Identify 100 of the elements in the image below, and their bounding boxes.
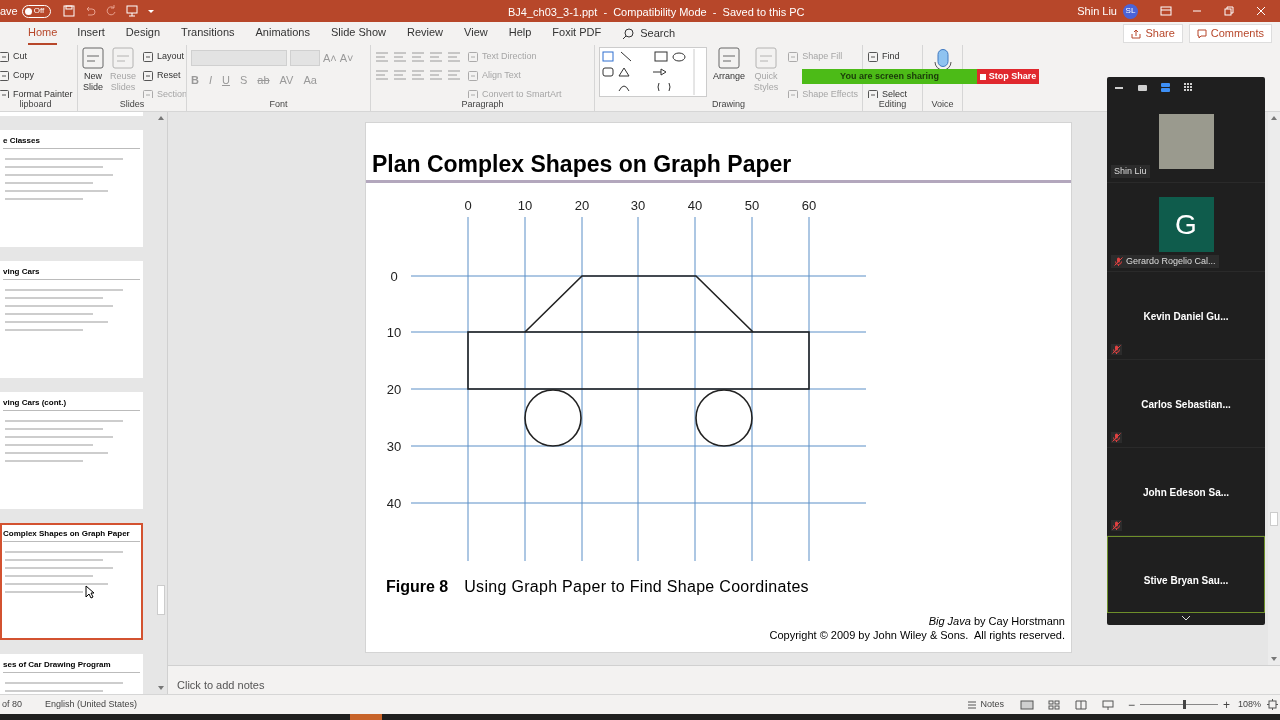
close-icon [1256, 6, 1266, 16]
axis-label: 20 [574, 198, 590, 213]
ribbon-tab[interactable]: Home [28, 22, 58, 45]
slide-title: Plan Complex Shapes on Graph Paper [371, 150, 793, 176]
ribbon-tab[interactable]: View [464, 22, 488, 45]
slide-thumbnail[interactable]: e Classes [0, 130, 143, 247]
tool-icon [82, 47, 104, 69]
share-icon [1131, 28, 1142, 39]
font-name-field[interactable] [191, 50, 287, 66]
notes-field[interactable]: Click to add notes [177, 679, 265, 691]
slider-thumb[interactable] [1182, 700, 1186, 709]
search-icon [867, 50, 879, 63]
align-lines-icon [393, 69, 407, 81]
scrollbar[interactable] [1268, 112, 1280, 665]
video-placeholder [1158, 114, 1214, 169]
copyright-text: Copyright © 2009 by John Wiley & Sons. All rights reserved. [769, 628, 1066, 642]
ribbon-tab[interactable]: Insert [77, 22, 105, 45]
tool-icon [467, 88, 479, 98]
search-field[interactable]: Search [640, 25, 711, 42]
user-name: Shin Liu [1077, 3, 1117, 19]
scroll-up-icon [1270, 115, 1278, 121]
tool-icon [787, 88, 800, 98]
slide-thumbnail[interactable]: Complex Shapes on Graph Paper [0, 523, 143, 640]
group-label: Paragraph [460, 98, 505, 111]
mouse-cursor-icon [85, 585, 95, 599]
group-label: Voice [930, 98, 955, 111]
scroll-thumb[interactable] [157, 585, 166, 615]
stop-share-button[interactable]: Stop Share [977, 69, 1039, 84]
ribbon-tab[interactable]: Transitions [181, 22, 235, 45]
scroll-down-icon [1270, 656, 1278, 662]
zoom-percentage[interactable]: 108% [1237, 697, 1261, 712]
ribbon-button[interactable]: Find [867, 47, 907, 66]
redo-icon [104, 5, 117, 17]
fit-slide-icon [1267, 699, 1278, 710]
ribbon-tab[interactable]: Animations [255, 22, 310, 45]
slide-thumbnail[interactable]: ses of Car Drawing Program [0, 654, 143, 694]
participant-name: Shin Liu [1114, 164, 1147, 178]
thumbnail-title: Complex Shapes on Graph Paper [3, 529, 131, 539]
notes-button[interactable]: Notes [967, 697, 1004, 712]
ribbon-button[interactable]: Format Painter [0, 85, 73, 98]
ribbon-button[interactable]: Layout [142, 47, 186, 66]
ribbon-tab[interactable]: Review [406, 22, 444, 45]
tool-icon [787, 50, 800, 63]
gallery-view-icon[interactable] [1183, 81, 1194, 93]
ribbon-tab[interactable]: Design [125, 22, 161, 45]
align-lines-icon [393, 51, 407, 63]
language-status[interactable]: English (United States) [45, 697, 138, 712]
figure-label: Figure 8 [386, 577, 449, 597]
ribbon-tab[interactable]: Help [508, 22, 532, 45]
slide-thumbnail[interactable]: ving Cars (cont.) [0, 392, 143, 509]
zoom-out-button[interactable]: − [1127, 695, 1135, 714]
axis-label: 10 [386, 325, 402, 340]
axis-label: 40 [386, 496, 402, 511]
stop-icon [979, 73, 986, 80]
align-lines-icon [411, 51, 425, 63]
axis-label: 50 [744, 198, 760, 213]
tool-icon [467, 69, 479, 82]
strip-view-icon[interactable] [1160, 81, 1171, 93]
thumbnail-title: ving Cars (cont.) [3, 398, 68, 408]
axis-label: 0 [464, 198, 472, 213]
tool-icon [755, 47, 778, 69]
chevron-down-icon[interactable] [1181, 615, 1191, 621]
align-lines-icon [429, 69, 443, 81]
tool-icon [112, 47, 134, 69]
thumbnail-title: e Classes [3, 136, 41, 146]
reading-view-icon [1074, 699, 1087, 710]
scroll-up-icon [157, 115, 166, 121]
axis-label: 20 [386, 382, 402, 397]
axis-label: 40 [687, 198, 703, 213]
share-button[interactable]: Share [1123, 24, 1183, 43]
tool-icon [467, 50, 479, 63]
comments-button[interactable]: Comments [1188, 24, 1272, 43]
participant-name: Carlos Sebastian... [1141, 398, 1231, 412]
ribbon-button[interactable]: Arrange [713, 47, 745, 82]
restore-icon [1224, 6, 1234, 16]
sharing-banner: You are screen sharing [802, 69, 977, 84]
credit-text: Big Java by Cay Horstmann [928, 614, 1066, 628]
axis-label: 30 [386, 439, 402, 454]
notes-icon [967, 700, 978, 709]
slide-thumbnail[interactable]: ving Cars [0, 261, 143, 378]
ribbon-button[interactable]: Cut [0, 47, 73, 66]
ribbon-button[interactable]: Select [867, 85, 907, 98]
scroll-thumb[interactable] [1270, 512, 1278, 526]
ribbon-button[interactable]: Copy [0, 66, 73, 85]
search-icon [622, 27, 635, 40]
font-size-field[interactable] [290, 50, 320, 66]
slideshow-icon [1101, 699, 1114, 710]
slide-sorter-icon [1047, 699, 1060, 710]
zoom-in-button[interactable]: + [1222, 695, 1230, 714]
ribbon-tab[interactable]: Slide Show [330, 22, 386, 45]
ribbon-tab[interactable]: Foxit PDF [552, 22, 602, 45]
align-lines-icon [447, 69, 461, 81]
thumbnail-title: ses of Car Drawing Program [3, 660, 112, 670]
ribbon-button[interactable]: New Slide [82, 47, 104, 93]
user-avatar[interactable]: SL [1123, 3, 1138, 19]
dropdown-icon [146, 7, 155, 15]
group-label: Drawing [711, 98, 746, 111]
tool-icon [0, 50, 10, 63]
ribbon-button[interactable]: Reset [142, 66, 186, 85]
thumbnail-title: ving Cars [3, 267, 41, 277]
